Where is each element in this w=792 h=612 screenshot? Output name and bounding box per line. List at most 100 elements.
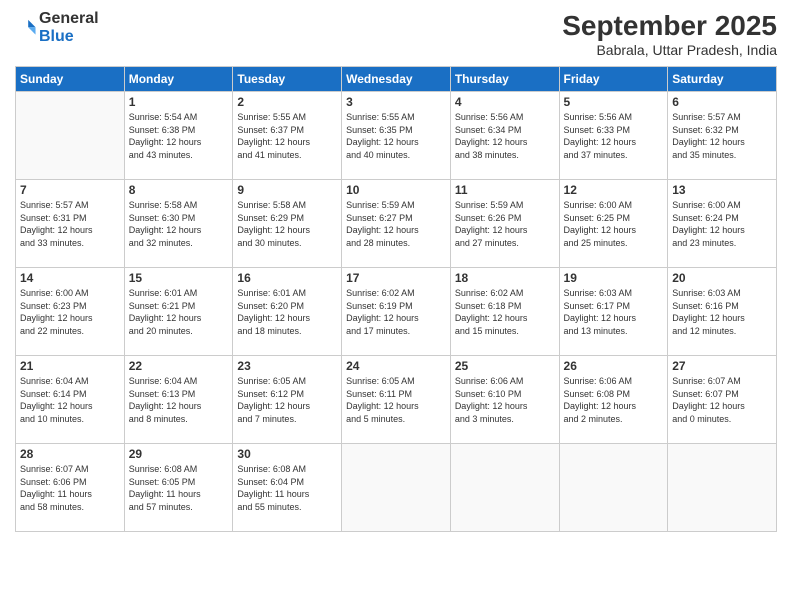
day-number: 14	[20, 271, 120, 285]
calendar-cell: 18 Sunrise: 6:02 AM Sunset: 6:18 PM Dayli…	[450, 268, 559, 356]
day-number: 19	[564, 271, 664, 285]
day-info: Sunrise: 5:54 AM Sunset: 6:38 PM Dayligh…	[129, 111, 229, 161]
day-info: Sunrise: 6:08 AM Sunset: 6:05 PM Dayligh…	[129, 463, 229, 513]
day-number: 25	[455, 359, 555, 373]
day-number: 8	[129, 183, 229, 197]
weekday-saturday: Saturday	[668, 67, 777, 92]
calendar-cell: 11 Sunrise: 5:59 AM Sunset: 6:26 PM Dayli…	[450, 180, 559, 268]
calendar-cell: 20 Sunrise: 6:03 AM Sunset: 6:16 PM Dayli…	[668, 268, 777, 356]
logo: General Blue	[15, 10, 99, 45]
calendar-table: SundayMondayTuesdayWednesdayThursdayFrid…	[15, 66, 777, 532]
day-number: 28	[20, 447, 120, 461]
calendar-cell: 25 Sunrise: 6:06 AM Sunset: 6:10 PM Dayli…	[450, 356, 559, 444]
day-info: Sunrise: 5:56 AM Sunset: 6:33 PM Dayligh…	[564, 111, 664, 161]
day-info: Sunrise: 6:07 AM Sunset: 6:07 PM Dayligh…	[672, 375, 772, 425]
day-info: Sunrise: 6:00 AM Sunset: 6:24 PM Dayligh…	[672, 199, 772, 249]
day-number: 30	[237, 447, 337, 461]
logo-text-general: General	[39, 10, 99, 28]
day-number: 9	[237, 183, 337, 197]
day-info: Sunrise: 5:58 AM Sunset: 6:29 PM Dayligh…	[237, 199, 337, 249]
day-info: Sunrise: 6:02 AM Sunset: 6:19 PM Dayligh…	[346, 287, 446, 337]
day-info: Sunrise: 5:55 AM Sunset: 6:37 PM Dayligh…	[237, 111, 337, 161]
weekday-header-row: SundayMondayTuesdayWednesdayThursdayFrid…	[16, 67, 777, 92]
day-info: Sunrise: 6:03 AM Sunset: 6:17 PM Dayligh…	[564, 287, 664, 337]
day-number: 4	[455, 95, 555, 109]
calendar-cell: 9 Sunrise: 5:58 AM Sunset: 6:29 PM Daylig…	[233, 180, 342, 268]
day-number: 21	[20, 359, 120, 373]
calendar-cell: 26 Sunrise: 6:06 AM Sunset: 6:08 PM Dayli…	[559, 356, 668, 444]
calendar-cell: 24 Sunrise: 6:05 AM Sunset: 6:11 PM Dayli…	[342, 356, 451, 444]
calendar-cell: 12Sunrise: 6:00 AM Sunset: 6:25 PM Dayli…	[559, 180, 668, 268]
calendar-cell	[668, 444, 777, 532]
calendar-cell	[559, 444, 668, 532]
calendar-cell: 21Sunrise: 6:04 AM Sunset: 6:14 PM Dayli…	[16, 356, 125, 444]
calendar-cell: 1 Sunrise: 5:54 AM Sunset: 6:38 PM Daylig…	[124, 92, 233, 180]
week-row-4: 21Sunrise: 6:04 AM Sunset: 6:14 PM Dayli…	[16, 356, 777, 444]
day-info: Sunrise: 5:57 AM Sunset: 6:31 PM Dayligh…	[20, 199, 120, 249]
day-number: 6	[672, 95, 772, 109]
weekday-friday: Friday	[559, 67, 668, 92]
weekday-sunday: Sunday	[16, 67, 125, 92]
day-number: 22	[129, 359, 229, 373]
day-info: Sunrise: 6:06 AM Sunset: 6:08 PM Dayligh…	[564, 375, 664, 425]
day-info: Sunrise: 6:06 AM Sunset: 6:10 PM Dayligh…	[455, 375, 555, 425]
calendar-cell: 27Sunrise: 6:07 AM Sunset: 6:07 PM Dayli…	[668, 356, 777, 444]
calendar-cell	[16, 92, 125, 180]
weekday-tuesday: Tuesday	[233, 67, 342, 92]
day-info: Sunrise: 5:58 AM Sunset: 6:30 PM Dayligh…	[129, 199, 229, 249]
day-info: Sunrise: 6:00 AM Sunset: 6:25 PM Dayligh…	[564, 199, 664, 249]
calendar-cell	[450, 444, 559, 532]
weekday-wednesday: Wednesday	[342, 67, 451, 92]
day-number: 3	[346, 95, 446, 109]
location-subtitle: Babrala, Uttar Pradesh, India	[562, 42, 777, 58]
calendar-cell: 14 Sunrise: 6:00 AM Sunset: 6:23 PM Dayli…	[16, 268, 125, 356]
weekday-thursday: Thursday	[450, 67, 559, 92]
day-number: 7	[20, 183, 120, 197]
calendar-cell: 3 Sunrise: 5:55 AM Sunset: 6:35 PM Daylig…	[342, 92, 451, 180]
day-number: 2	[237, 95, 337, 109]
calendar-cell: 4 Sunrise: 5:56 AM Sunset: 6:34 PM Daylig…	[450, 92, 559, 180]
day-info: Sunrise: 6:05 AM Sunset: 6:12 PM Dayligh…	[237, 375, 337, 425]
day-number: 18	[455, 271, 555, 285]
day-number: 17	[346, 271, 446, 285]
day-number: 1	[129, 95, 229, 109]
calendar-cell: 23 Sunrise: 6:05 AM Sunset: 6:12 PM Dayli…	[233, 356, 342, 444]
calendar-cell: 8 Sunrise: 5:58 AM Sunset: 6:30 PM Daylig…	[124, 180, 233, 268]
calendar-cell: 30 Sunrise: 6:08 AM Sunset: 6:04 PM Dayli…	[233, 444, 342, 532]
calendar-cell: 17 Sunrise: 6:02 AM Sunset: 6:19 PM Dayli…	[342, 268, 451, 356]
day-info: Sunrise: 5:59 AM Sunset: 6:27 PM Dayligh…	[346, 199, 446, 249]
day-number: 26	[564, 359, 664, 373]
page: General Blue September 2025 Babrala, Utt…	[0, 0, 792, 612]
day-info: Sunrise: 6:01 AM Sunset: 6:20 PM Dayligh…	[237, 287, 337, 337]
day-number: 20	[672, 271, 772, 285]
logo-icon	[15, 17, 37, 39]
day-info: Sunrise: 5:56 AM Sunset: 6:34 PM Dayligh…	[455, 111, 555, 161]
calendar-cell: 6Sunrise: 5:57 AM Sunset: 6:32 PM Daylig…	[668, 92, 777, 180]
logo-text-blue: Blue	[39, 28, 99, 46]
month-title: September 2025	[562, 10, 777, 42]
day-info: Sunrise: 6:07 AM Sunset: 6:06 PM Dayligh…	[20, 463, 120, 513]
day-number: 10	[346, 183, 446, 197]
day-number: 23	[237, 359, 337, 373]
title-block: September 2025 Babrala, Uttar Pradesh, I…	[562, 10, 777, 58]
day-info: Sunrise: 5:55 AM Sunset: 6:35 PM Dayligh…	[346, 111, 446, 161]
calendar-cell: 29Sunrise: 6:08 AM Sunset: 6:05 PM Dayli…	[124, 444, 233, 532]
week-row-1: 1 Sunrise: 5:54 AM Sunset: 6:38 PM Daylig…	[16, 92, 777, 180]
day-info: Sunrise: 6:01 AM Sunset: 6:21 PM Dayligh…	[129, 287, 229, 337]
day-info: Sunrise: 6:04 AM Sunset: 6:13 PM Dayligh…	[129, 375, 229, 425]
calendar-cell: 28 Sunrise: 6:07 AM Sunset: 6:06 PM Dayli…	[16, 444, 125, 532]
day-number: 24	[346, 359, 446, 373]
day-info: Sunrise: 6:02 AM Sunset: 6:18 PM Dayligh…	[455, 287, 555, 337]
day-number: 11	[455, 183, 555, 197]
day-number: 15	[129, 271, 229, 285]
day-number: 5	[564, 95, 664, 109]
day-info: Sunrise: 6:00 AM Sunset: 6:23 PM Dayligh…	[20, 287, 120, 337]
day-info: Sunrise: 5:59 AM Sunset: 6:26 PM Dayligh…	[455, 199, 555, 249]
day-info: Sunrise: 6:03 AM Sunset: 6:16 PM Dayligh…	[672, 287, 772, 337]
day-info: Sunrise: 6:08 AM Sunset: 6:04 PM Dayligh…	[237, 463, 337, 513]
week-row-2: 7 Sunrise: 5:57 AM Sunset: 6:31 PM Daylig…	[16, 180, 777, 268]
calendar-cell: 19 Sunrise: 6:03 AM Sunset: 6:17 PM Dayli…	[559, 268, 668, 356]
calendar-cell: 7 Sunrise: 5:57 AM Sunset: 6:31 PM Daylig…	[16, 180, 125, 268]
calendar-cell: 22 Sunrise: 6:04 AM Sunset: 6:13 PM Dayli…	[124, 356, 233, 444]
day-info: Sunrise: 6:05 AM Sunset: 6:11 PM Dayligh…	[346, 375, 446, 425]
